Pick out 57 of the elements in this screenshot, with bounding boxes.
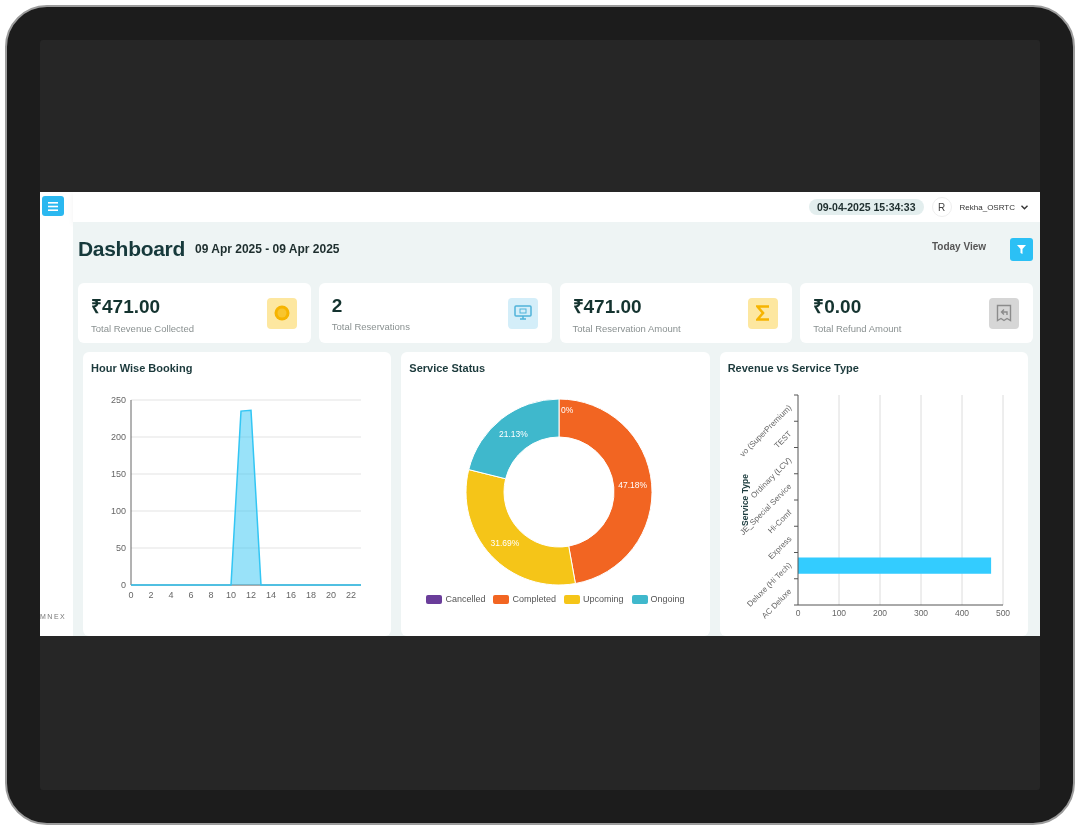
stat-label: Total Refund Amount: [813, 322, 902, 334]
refund-icon: [989, 297, 1019, 329]
axis-tick-label: 8: [208, 590, 214, 600]
chart-title: Revenue vs Service Type: [727, 362, 860, 374]
legend-label[interactable]: Upcoming: [583, 594, 624, 604]
menu-icon: [48, 201, 58, 211]
view-label: Today View: [931, 240, 986, 252]
chart-title: Hour Wise Booking: [91, 362, 194, 374]
user-menu[interactable]: Rekha_OSRTC: [959, 202, 1028, 212]
axis-tick-label: 20: [326, 590, 336, 600]
chart-title: Service Status: [409, 362, 487, 374]
axis-tick-label: 2: [148, 590, 154, 600]
axis-tick-label: 150: [110, 469, 126, 479]
menu-button[interactable]: [42, 196, 64, 216]
stat-label: Total Reservation Amount: [572, 322, 681, 334]
axis-tick-label: 400: [954, 608, 969, 618]
sigma-icon: [748, 297, 779, 329]
axis-tick-label: 500: [995, 608, 1010, 618]
axis-tick-label: 4: [168, 590, 174, 600]
axis-tick-label: 6: [188, 590, 194, 600]
date-range: 09 Apr 2025 - 09 Apr 2025: [195, 242, 340, 256]
caret-icon: [1021, 204, 1028, 210]
axis-tick-label: 100: [831, 608, 846, 618]
axis-tick-label: 200: [110, 432, 126, 442]
axis-tick-label: 100: [110, 506, 126, 516]
slice-label: 31.69%: [490, 537, 520, 548]
stat-value: 2: [331, 294, 344, 317]
legend-label[interactable]: Ongoing: [650, 594, 685, 604]
axis-tick-label: 10: [226, 590, 236, 600]
stat-label: Total Revenue Collected: [91, 322, 194, 334]
datetime-badge: 09-04-2025 15:34:33: [808, 199, 924, 215]
page-title: Dashboard: [78, 237, 185, 261]
axis-tick-label: 14: [266, 590, 276, 600]
axis-tick-label: 50: [116, 543, 126, 553]
slice-label: 0%: [561, 405, 574, 416]
axis-tick-label: 18: [306, 590, 316, 600]
axis-tick-label: 300: [913, 608, 928, 618]
axis-tick-label: 12: [246, 590, 256, 600]
legend-label[interactable]: Completed: [512, 594, 556, 604]
filter-icon: [1017, 244, 1026, 254]
axis-tick-label: 0: [795, 608, 800, 618]
axis-tick-label: 200: [872, 608, 887, 618]
axis-tick-label: 22: [346, 590, 356, 600]
axis-tick-label: 250: [110, 395, 126, 405]
stat-label: Total Reservations: [331, 320, 410, 332]
axis-tick-label: 0: [121, 580, 126, 590]
slice-label: 21.13%: [499, 428, 529, 439]
slice-label: 47.18%: [618, 480, 648, 491]
stat-value: ₹471.00: [91, 294, 162, 319]
stat-value: ₹471.00: [572, 294, 643, 319]
axis-tick-label: 0: [128, 590, 134, 600]
coin-icon: [266, 297, 297, 329]
monitor-icon: [507, 297, 538, 329]
legend-label[interactable]: Cancelled: [445, 594, 486, 604]
filter-button[interactable]: [1010, 237, 1033, 261]
axis-tick-label: 16: [286, 590, 296, 600]
stat-value: ₹0.00: [813, 294, 863, 319]
